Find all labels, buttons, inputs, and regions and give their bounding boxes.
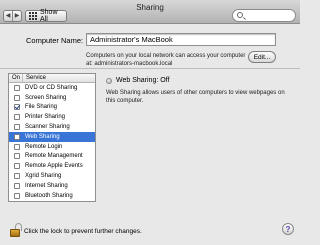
service-checkbox[interactable] <box>14 104 20 111</box>
service-checkbox[interactable] <box>14 84 20 91</box>
service-checkbox-cell <box>9 192 25 199</box>
service-row[interactable]: Web Sharing <box>9 131 95 142</box>
service-checkbox-cell <box>9 114 25 121</box>
service-checkbox[interactable] <box>14 124 20 131</box>
column-header-service[interactable]: Service <box>23 74 46 82</box>
services-list-header: On Service <box>9 74 95 83</box>
column-header-on[interactable]: On <box>9 74 23 82</box>
service-row[interactable]: Remote Login <box>9 142 95 152</box>
service-label: Remote Management <box>25 153 83 160</box>
forward-button[interactable]: ▶ <box>12 11 21 21</box>
service-checkbox-cell <box>9 173 25 180</box>
service-row[interactable]: Printer Sharing <box>9 112 95 122</box>
service-label: File Sharing <box>25 104 58 111</box>
service-label: Web Sharing <box>25 133 60 140</box>
services-list[interactable]: On Service DVD or CD Sharing Screen Shari… <box>8 73 96 202</box>
computer-name-label: Computer Name: <box>26 36 84 45</box>
nav-button-group: ◀ ▶ <box>3 10 22 22</box>
service-checkbox[interactable] <box>14 94 20 101</box>
back-button[interactable]: ◀ <box>4 11 12 21</box>
toolbar: Sharing ◀ ▶ Show All <box>0 0 300 24</box>
service-checkbox-cell <box>9 104 25 111</box>
grid-icon <box>29 12 37 20</box>
service-label: Screen Sharing <box>25 94 67 101</box>
computer-name-description: Computers on your local network can acce… <box>86 53 246 67</box>
service-checkbox-cell <box>9 153 25 160</box>
service-checkbox-cell <box>9 84 25 91</box>
service-label: Xgrid Sharing <box>25 173 62 180</box>
service-checkbox-cell <box>9 143 25 150</box>
service-row[interactable]: File Sharing <box>9 103 95 113</box>
service-row[interactable]: Bluetooth Sharing <box>9 191 95 201</box>
service-label: Internet Sharing <box>25 182 68 189</box>
service-checkbox-cell <box>9 163 25 170</box>
service-row[interactable]: Scanner Sharing <box>9 122 95 132</box>
service-label: DVD or CD Sharing <box>25 84 78 91</box>
search-field[interactable] <box>232 9 296 22</box>
service-row[interactable]: Xgrid Sharing <box>9 171 95 181</box>
status-indicator-icon <box>106 78 112 84</box>
service-status: Web Sharing: Off <box>116 77 170 84</box>
service-label: Bluetooth Sharing <box>25 192 73 199</box>
service-row[interactable]: Remote Management <box>9 152 95 162</box>
service-label: Scanner Sharing <box>25 124 70 131</box>
service-row[interactable]: DVD or CD Sharing <box>9 83 95 93</box>
service-row[interactable]: Remote Apple Events <box>9 161 95 171</box>
service-row[interactable]: Internet Sharing <box>9 181 95 191</box>
divider <box>0 68 300 69</box>
lock-message: Click the lock to prevent further change… <box>24 228 142 235</box>
edit-button[interactable]: Edit... <box>248 51 276 63</box>
service-checkbox[interactable] <box>14 114 20 121</box>
show-all-button[interactable]: Show All <box>25 9 67 23</box>
service-description: Web Sharing allows users of other comput… <box>106 90 285 104</box>
service-checkbox-cell <box>9 133 25 140</box>
service-checkbox[interactable] <box>14 153 20 160</box>
service-label: Printer Sharing <box>25 114 66 121</box>
service-checkbox-cell <box>9 94 25 101</box>
service-checkbox[interactable] <box>14 182 20 189</box>
service-checkbox[interactable] <box>14 163 20 170</box>
computer-name-field[interactable]: Administrator's MacBook <box>86 33 276 46</box>
service-row[interactable]: Screen Sharing <box>9 93 95 103</box>
service-checkbox[interactable] <box>14 192 20 199</box>
service-checkbox[interactable] <box>14 173 20 180</box>
lock-icon[interactable] <box>10 223 22 237</box>
service-label: Remote Login <box>25 143 63 150</box>
service-checkbox-cell <box>9 124 25 131</box>
search-icon <box>237 12 243 18</box>
help-button[interactable]: ? <box>282 223 294 235</box>
show-all-label: Show All <box>40 9 58 23</box>
service-checkbox[interactable] <box>14 143 20 150</box>
service-checkbox-cell <box>9 182 25 189</box>
service-label: Remote Apple Events <box>25 163 83 170</box>
sharing-window: Sharing ◀ ▶ Show All Computer Name: Admi… <box>0 0 300 245</box>
service-checkbox[interactable] <box>14 133 20 140</box>
